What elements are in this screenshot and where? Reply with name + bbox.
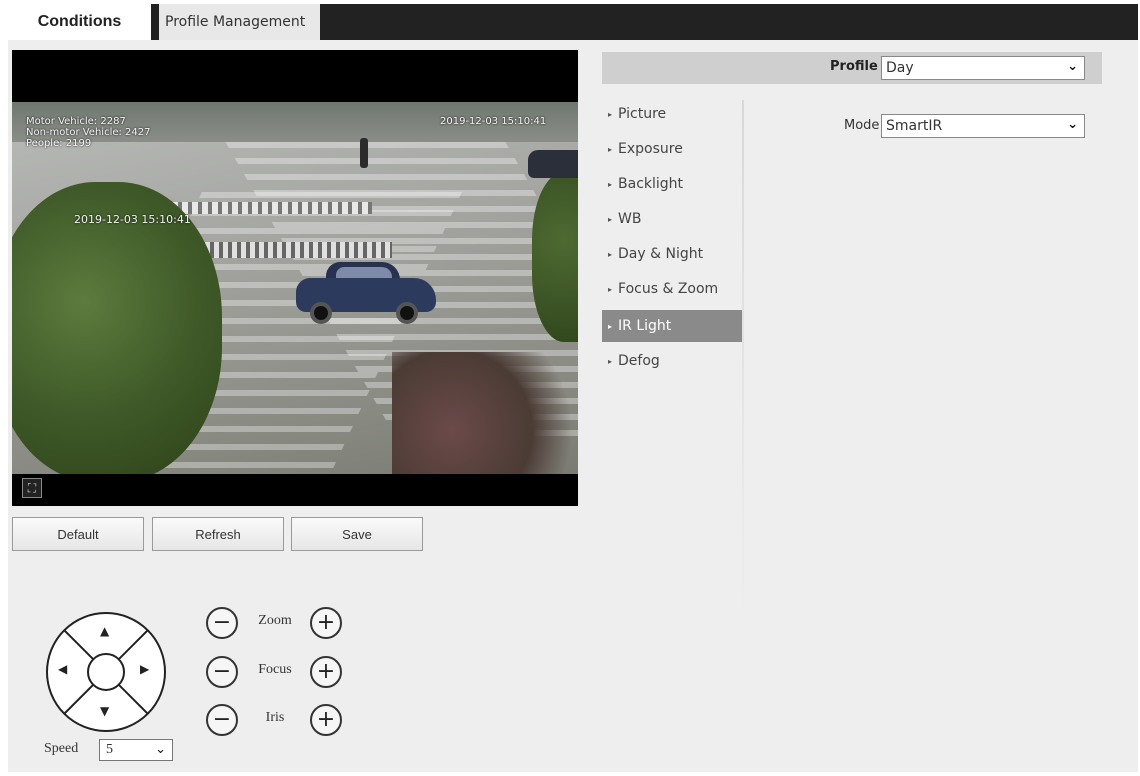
- pedestrian: [360, 138, 368, 168]
- triangle-right-icon: ▸: [608, 144, 613, 154]
- save-button[interactable]: Save: [291, 517, 423, 551]
- iris-label: Iris: [265, 710, 285, 725]
- refresh-button[interactable]: Refresh: [152, 517, 284, 551]
- zoom-label: Zoom: [258, 613, 292, 628]
- osd-counts: Motor Vehicle: 2287 Non-motor Vehicle: 2…: [26, 116, 151, 149]
- speed-label: Speed: [44, 741, 79, 756]
- video-preview: Motor Vehicle: 2287 Non-motor Vehicle: 2…: [12, 50, 578, 506]
- focus-label: Focus: [258, 662, 292, 677]
- fullscreen-icon[interactable]: ⛶: [22, 478, 42, 498]
- zoom-in-button[interactable]: +: [310, 607, 342, 639]
- menu-item-focus-zoom[interactable]: ▸ Focus & Zoom: [602, 273, 742, 305]
- focus-minus-button[interactable]: −: [206, 656, 238, 688]
- pan-up-icon[interactable]: ▲: [100, 624, 109, 638]
- triangle-right-icon: ▸: [608, 214, 613, 224]
- chevron-down-icon: ⌄: [1067, 59, 1078, 74]
- triangle-right-icon: ▸: [608, 179, 613, 189]
- chevron-down-icon: ⌄: [155, 741, 166, 756]
- menu-divider: [742, 100, 744, 620]
- focus-plus-button[interactable]: +: [310, 656, 342, 688]
- triangle-right-icon: ▸: [608, 356, 613, 366]
- triangle-right-icon: ▸: [608, 284, 613, 294]
- menu-item-picture[interactable]: ▸ Picture: [602, 98, 742, 130]
- chevron-down-icon: ⌄: [1067, 117, 1078, 132]
- triangle-right-icon: ▸: [608, 321, 613, 331]
- osd-timestamp: 2019-12-03 15:10:41: [440, 116, 547, 127]
- ptz-direction-pad: ▲ ▼ ◀ ▶: [44, 610, 168, 734]
- menu-item-ir-light[interactable]: ▸ IR Light: [602, 310, 742, 342]
- triangle-right-icon: ▸: [608, 109, 613, 119]
- tab-profile-management[interactable]: Profile Management: [156, 4, 320, 40]
- iris-plus-button[interactable]: +: [310, 704, 342, 736]
- zoom-out-button[interactable]: −: [206, 607, 238, 639]
- pan-left-icon[interactable]: ◀: [58, 662, 67, 676]
- menu-item-wb[interactable]: ▸ WB: [602, 203, 742, 235]
- profile-label: Profile: [830, 59, 878, 74]
- menu-item-backlight[interactable]: ▸ Backlight: [602, 168, 742, 200]
- menu-item-defog[interactable]: ▸ Defog: [602, 345, 742, 377]
- menu-item-day-night[interactable]: ▸ Day & Night: [602, 238, 742, 270]
- zoom-control: − Zoom +: [206, 607, 346, 641]
- mode-select[interactable]: SmartIR ⌄: [881, 114, 1085, 138]
- tree: [532, 172, 578, 342]
- speed-select[interactable]: 5 ⌄: [99, 739, 173, 761]
- triangle-right-icon: ▸: [608, 249, 613, 259]
- tab-bar: Conditions Profile Management: [8, 4, 1138, 40]
- video-scene: Motor Vehicle: 2287 Non-motor Vehicle: 2…: [12, 102, 578, 474]
- parked-car: [528, 150, 578, 178]
- osd-overlay-text: 2019-12-03 15:10:41: [74, 213, 191, 226]
- iris-control: − Iris +: [206, 704, 346, 738]
- tab-conditions[interactable]: Conditions: [8, 4, 151, 40]
- default-button[interactable]: Default: [12, 517, 144, 551]
- menu-item-exposure[interactable]: ▸ Exposure: [602, 133, 742, 165]
- pan-right-icon[interactable]: ▶: [140, 662, 149, 676]
- pan-down-icon[interactable]: ▼: [100, 704, 109, 718]
- car: [296, 262, 436, 324]
- profile-select[interactable]: Day ⌄: [881, 56, 1085, 80]
- mode-label: Mode: [844, 118, 880, 133]
- iris-minus-button[interactable]: −: [206, 704, 238, 736]
- ptz-center-button[interactable]: [88, 654, 124, 690]
- focus-control: − Focus +: [206, 656, 346, 690]
